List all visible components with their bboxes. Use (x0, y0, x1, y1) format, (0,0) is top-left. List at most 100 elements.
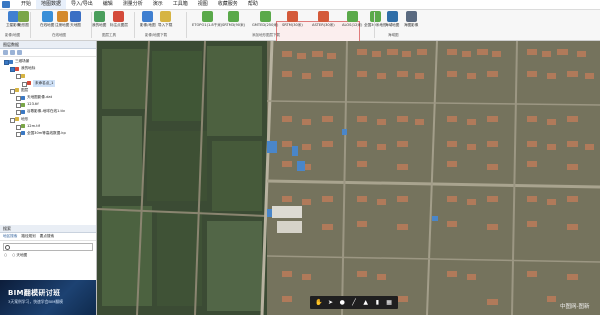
tree-item[interactable]: 全国30m等高线数据.kp (0, 130, 96, 137)
layer-icon (21, 102, 25, 107)
tree-item[interactable]: 天地图影像.dat (0, 94, 96, 101)
chart-icon[interactable]: ▮ (374, 299, 381, 306)
ribbon-button[interactable]: GMTED(250米) (252, 11, 278, 31)
ribbon-button[interactable]: ETOPO1(1.8千米) (192, 11, 222, 31)
satellite-imagery (97, 41, 600, 315)
search-panel-title: 搜索 (0, 225, 96, 233)
layer-tree: 三维场景 我的地标未命名点_1 图层天地图影像.dat 123.tif 谷歌影像-地球在… (0, 57, 96, 137)
dem-icon (369, 11, 381, 22)
app-logo-icon[interactable] (2, 1, 10, 8)
tab-region-search[interactable]: 地区搜索 (3, 234, 17, 239)
group-label-dem: 添加地形图层下载 (252, 33, 280, 37)
menu-favorites[interactable]: 收藏服务 (213, 0, 243, 9)
tree-item[interactable]: 三维场景 (0, 58, 96, 65)
group-label-online: 在线地图 (52, 33, 66, 37)
tree-item[interactable]: 我的地标 (0, 65, 96, 73)
polygon-icon[interactable]: ▲ (362, 299, 369, 306)
ribbon-button[interactable]: SRTM3(90米) (222, 11, 245, 31)
ad-banner[interactable]: BIM翻模研讨班 3天案例学习，快速学会BIM翻模 (0, 280, 96, 315)
menu-bar: 开始 地图数据 导入/导出 编辑 测量分析 演示 工具箱 视图 收藏服务 帮助 (0, 0, 600, 10)
layer-toolbar (0, 49, 96, 57)
menu-import-export[interactable]: 导入/导出 (66, 0, 98, 9)
ribbon-button-label: ASTER(30米) (312, 23, 335, 27)
menu-start[interactable]: 开始 (16, 0, 36, 9)
ribbon-button-label: 影像/地图 (140, 23, 156, 27)
marker-layer-icon (113, 11, 125, 22)
my-map-icon (93, 11, 105, 22)
line-icon[interactable]: ╱ (350, 299, 357, 306)
ribbon-button[interactable]: ASTER(30米) (312, 11, 335, 31)
sea-chart-icon (405, 11, 417, 22)
menu-edit[interactable]: 编辑 (98, 0, 118, 9)
ribbon-separator (30, 12, 31, 38)
ribbon-button-label: GMTED(250米) (252, 23, 279, 27)
marker-icon[interactable]: ● (339, 299, 346, 306)
ribbon-button[interactable]: 海域地图 (385, 11, 399, 31)
hand-icon[interactable]: ✋ (315, 299, 322, 306)
folder-icon[interactable] (10, 50, 15, 55)
tree-item-label: 全国30m等高线数据.kp (27, 130, 66, 135)
ribbon-toolbar: 卫星影像 地形图 在线地图 注册地图 天地图 我的地图 标注点图层 影像/地图 导入下载 ETOP… (0, 10, 600, 44)
layer-icon (21, 95, 25, 100)
ribbon-separator (134, 12, 135, 38)
tree-item[interactable]: 12m.tif (0, 123, 96, 130)
ribbon-button[interactable]: 影像/地图 (140, 11, 156, 31)
search-input[interactable] (3, 243, 93, 251)
menu-view[interactable]: 视图 (193, 0, 213, 9)
ribbon-button[interactable]: 海图影像 (404, 11, 418, 31)
more-icon[interactable]: ▦ (386, 299, 393, 306)
menu-toolbox[interactable]: 工具箱 (168, 0, 193, 9)
dem-icon (228, 11, 240, 22)
radio-option-tianditu[interactable]: ○ 天地图 (12, 253, 27, 258)
layer-icon (21, 109, 25, 114)
ribbon-button[interactable]: ALOS(12米) (342, 11, 362, 31)
tree-item[interactable]: 图层 (0, 87, 96, 94)
search-icon (5, 245, 10, 250)
map-view[interactable] (97, 41, 600, 315)
tab-route-planning[interactable]: 路径规划 (21, 234, 35, 239)
radio-option-a[interactable]: ○ (4, 253, 7, 258)
menu-measure[interactable]: 测量分析 (118, 0, 148, 9)
ribbon-separator (186, 12, 187, 38)
menu-help[interactable]: 帮助 (243, 0, 263, 9)
ribbon-button[interactable]: 全国30米地形 (364, 11, 387, 31)
ribbon-button-label: SRTM3(90米) (222, 23, 246, 27)
tree-item[interactable]: 123.tif (0, 101, 96, 109)
ribbon-button-label: 我的地图 (92, 23, 107, 27)
delete-icon[interactable] (17, 50, 22, 55)
dem-icon (201, 11, 213, 22)
ribbon-button[interactable]: 注册地图 (55, 11, 69, 31)
add-layer-icon[interactable] (3, 50, 8, 55)
group-label-sea: 海域图 (388, 33, 399, 37)
ribbon-button[interactable]: 天地图 (70, 11, 81, 31)
ad-subtitle: 3天案例学习，快速学会BIM翻模 (8, 299, 63, 304)
ribbon-button[interactable]: 在线地图 (40, 11, 54, 31)
map-toolbar: ✋ ➤ ● ╱ ▲ ▮ ▦ (310, 296, 398, 309)
ribbon-button-label: 全国30米地形 (364, 23, 387, 27)
tree-item-label: 我的地标 (21, 66, 36, 71)
ribbon-button[interactable]: 标注点图层 (110, 11, 128, 31)
dem-icon (346, 11, 358, 22)
tab-poi-search[interactable]: 要点搜索 (40, 234, 54, 239)
layer-icon (21, 124, 25, 129)
watermark: 中图网-图新 (560, 304, 590, 310)
cursor-icon[interactable]: ➤ (327, 299, 334, 306)
tree-item[interactable]: 地形 (0, 116, 96, 123)
tree-item-label: 图层 (21, 87, 29, 92)
tree-item-label: 123.tif (27, 102, 39, 107)
menu-present[interactable]: 演示 (148, 0, 168, 9)
menu-map-data[interactable]: 地图数据 (36, 0, 67, 9)
dem-icon (317, 11, 329, 22)
ribbon-button[interactable]: 我的地图 (92, 11, 106, 31)
tree-item[interactable]: 谷歌影像-地球在线1.tiv (0, 108, 96, 116)
ribbon-button-label: 海域地图 (385, 23, 400, 27)
tree-item[interactable] (0, 72, 96, 80)
search-panel: 搜索 地区搜索 路径规划 要点搜索 ○ ○ 天地图 (0, 225, 96, 283)
ribbon-button-label: 天地图 (70, 23, 81, 27)
tianditu-icon (70, 11, 81, 22)
tree-item[interactable]: 未命名点_1 (0, 79, 96, 87)
ribbon-button[interactable]: SRTM(30米) (282, 11, 303, 31)
ribbon-button[interactable]: 导入下载 (158, 11, 172, 31)
layer-icon (27, 81, 31, 86)
ribbon-button[interactable]: 地形图 (18, 11, 29, 31)
